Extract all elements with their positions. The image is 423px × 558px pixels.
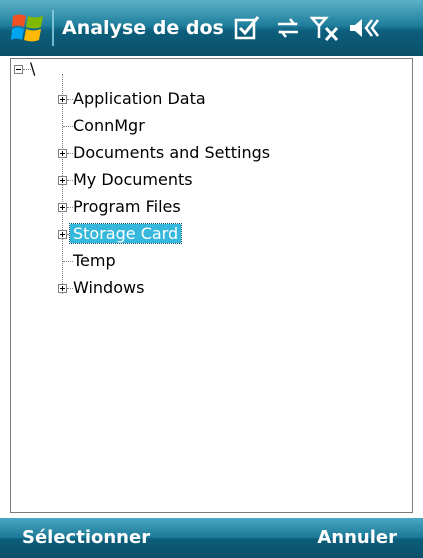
cancel-softkey[interactable]: Annuler xyxy=(317,518,397,558)
windows-start-icon[interactable] xyxy=(10,10,46,46)
tree-item-application-data[interactable]: Application Data xyxy=(70,87,209,111)
tree-item-label: Program Files xyxy=(73,197,181,216)
task-check-icon[interactable] xyxy=(234,14,260,42)
tree-item-windows[interactable]: Windows xyxy=(70,276,147,300)
tree-item-label: Application Data xyxy=(73,89,206,108)
tree-item-label: Documents and Settings xyxy=(73,143,271,162)
window-title: Analyse de dossie xyxy=(62,17,224,39)
title-bar: Analyse de dossie xyxy=(0,0,423,56)
tree-item-documents-and-settings[interactable]: Documents and Settings xyxy=(70,141,273,165)
expand-icon[interactable] xyxy=(58,230,67,239)
signal-off-icon[interactable] xyxy=(310,14,340,42)
title-separator xyxy=(52,10,54,46)
tree-item-label: Windows xyxy=(73,278,145,297)
tree-item-label: Storage Card xyxy=(68,223,183,244)
volume-icon[interactable] xyxy=(348,14,380,42)
tree-item-my-documents[interactable]: My Documents xyxy=(70,168,196,192)
softkey-bar: Sélectionner Annuler xyxy=(0,518,423,558)
tree-item-label: My Documents xyxy=(73,170,193,189)
expand-icon[interactable] xyxy=(58,203,67,212)
expand-icon[interactable] xyxy=(58,284,67,293)
tree-item-label: ConnMgr xyxy=(73,116,145,135)
tree-root-label: \ xyxy=(30,59,36,78)
tree-item-program-files[interactable]: Program Files xyxy=(70,195,184,219)
connectivity-icon[interactable] xyxy=(274,14,302,42)
collapse-icon[interactable] xyxy=(14,65,23,74)
expand-icon[interactable] xyxy=(58,149,67,158)
tree-item-temp[interactable]: Temp xyxy=(70,249,119,273)
expand-icon[interactable] xyxy=(58,95,67,104)
tree-item-connmgr[interactable]: ConnMgr xyxy=(70,114,148,138)
select-softkey[interactable]: Sélectionner xyxy=(22,518,150,558)
tree-root[interactable]: \ xyxy=(27,57,38,81)
tree-item-storage-card[interactable]: Storage Card xyxy=(68,222,183,246)
folder-tree[interactable]: \ Application Data ConnMgr Documents and… xyxy=(10,58,413,513)
tree-item-label: Temp xyxy=(73,251,116,270)
expand-icon[interactable] xyxy=(58,176,67,185)
